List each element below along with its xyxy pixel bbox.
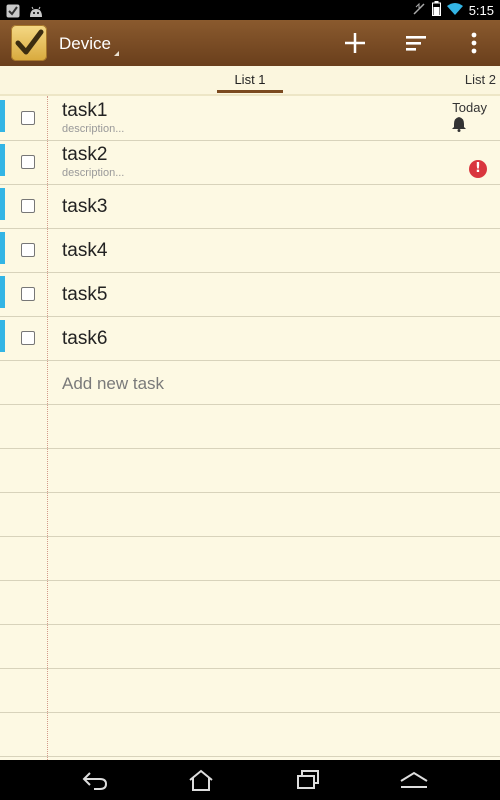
ruled-line (0, 448, 500, 493)
task-row[interactable]: task2 description... ! (0, 140, 500, 185)
task-row[interactable]: task6 (0, 316, 500, 361)
recent-apps-icon[interactable] (288, 766, 328, 794)
task-row[interactable]: task1 description... Today (0, 96, 500, 141)
task-description: description... (62, 167, 125, 179)
task-checkbox[interactable] (21, 199, 35, 213)
task-row[interactable]: task5 (0, 272, 500, 317)
task-color-stripe (0, 144, 5, 176)
add-new-task-row[interactable]: Add new task (0, 360, 500, 405)
reminder-bell-icon (452, 116, 466, 136)
task-description: description... (62, 123, 125, 135)
navigation-bar (0, 760, 500, 800)
task-color-stripe (0, 100, 5, 132)
task-name: task1 (62, 100, 108, 121)
task-name: task3 (62, 196, 108, 217)
tab-list-1[interactable]: List 1 (218, 72, 282, 87)
task-name: task4 (62, 240, 108, 261)
ruled-line (0, 580, 500, 625)
clock: 5:15 (468, 2, 494, 18)
home-icon[interactable] (181, 766, 221, 794)
list-tabs: List 1 List 2 (0, 66, 500, 96)
back-icon[interactable] (75, 766, 115, 794)
menu-chevron-icon[interactable] (394, 766, 434, 794)
account-selector[interactable]: Device (59, 34, 111, 54)
task-list: task1 description... Today task2 descrip… (0, 96, 500, 760)
task-color-stripe (0, 232, 5, 264)
task-row[interactable]: task4 (0, 228, 500, 273)
dropdown-caret-icon (114, 51, 119, 56)
add-new-task-input[interactable]: Add new task (62, 374, 164, 394)
task-color-stripe (0, 320, 5, 352)
task-name: task2 (62, 144, 108, 165)
task-name: task6 (62, 328, 108, 349)
overflow-menu-icon[interactable] (458, 28, 490, 58)
checkbox-app-icon[interactable] (11, 25, 47, 61)
task-checkbox[interactable] (21, 111, 35, 125)
action-bar: Device (0, 20, 500, 67)
battery-icon (431, 0, 441, 20)
tab-indicator (217, 90, 283, 93)
ruled-line (0, 712, 500, 757)
ruled-line (0, 624, 500, 669)
ruled-line (0, 404, 500, 449)
due-date: Today (452, 100, 487, 115)
status-bar: 5:15 (0, 0, 500, 20)
tab-list-2[interactable]: List 2 (465, 72, 496, 87)
task-name: task5 (62, 284, 108, 305)
ruled-line (0, 492, 500, 537)
task-row[interactable]: task3 (0, 184, 500, 229)
task-checkbox[interactable] (21, 331, 35, 345)
ruled-line (0, 536, 500, 581)
wifi-icon (446, 1, 463, 20)
task-color-stripe (0, 188, 5, 220)
sort-icon[interactable] (400, 28, 432, 58)
task-checkbox[interactable] (21, 243, 35, 257)
sync-icon (412, 1, 426, 20)
priority-alert-icon: ! (469, 160, 487, 178)
add-icon[interactable] (339, 28, 371, 58)
task-checkbox[interactable] (21, 287, 35, 301)
task-checkbox[interactable] (21, 155, 35, 169)
ruled-line (0, 668, 500, 713)
task-color-stripe (0, 276, 5, 308)
